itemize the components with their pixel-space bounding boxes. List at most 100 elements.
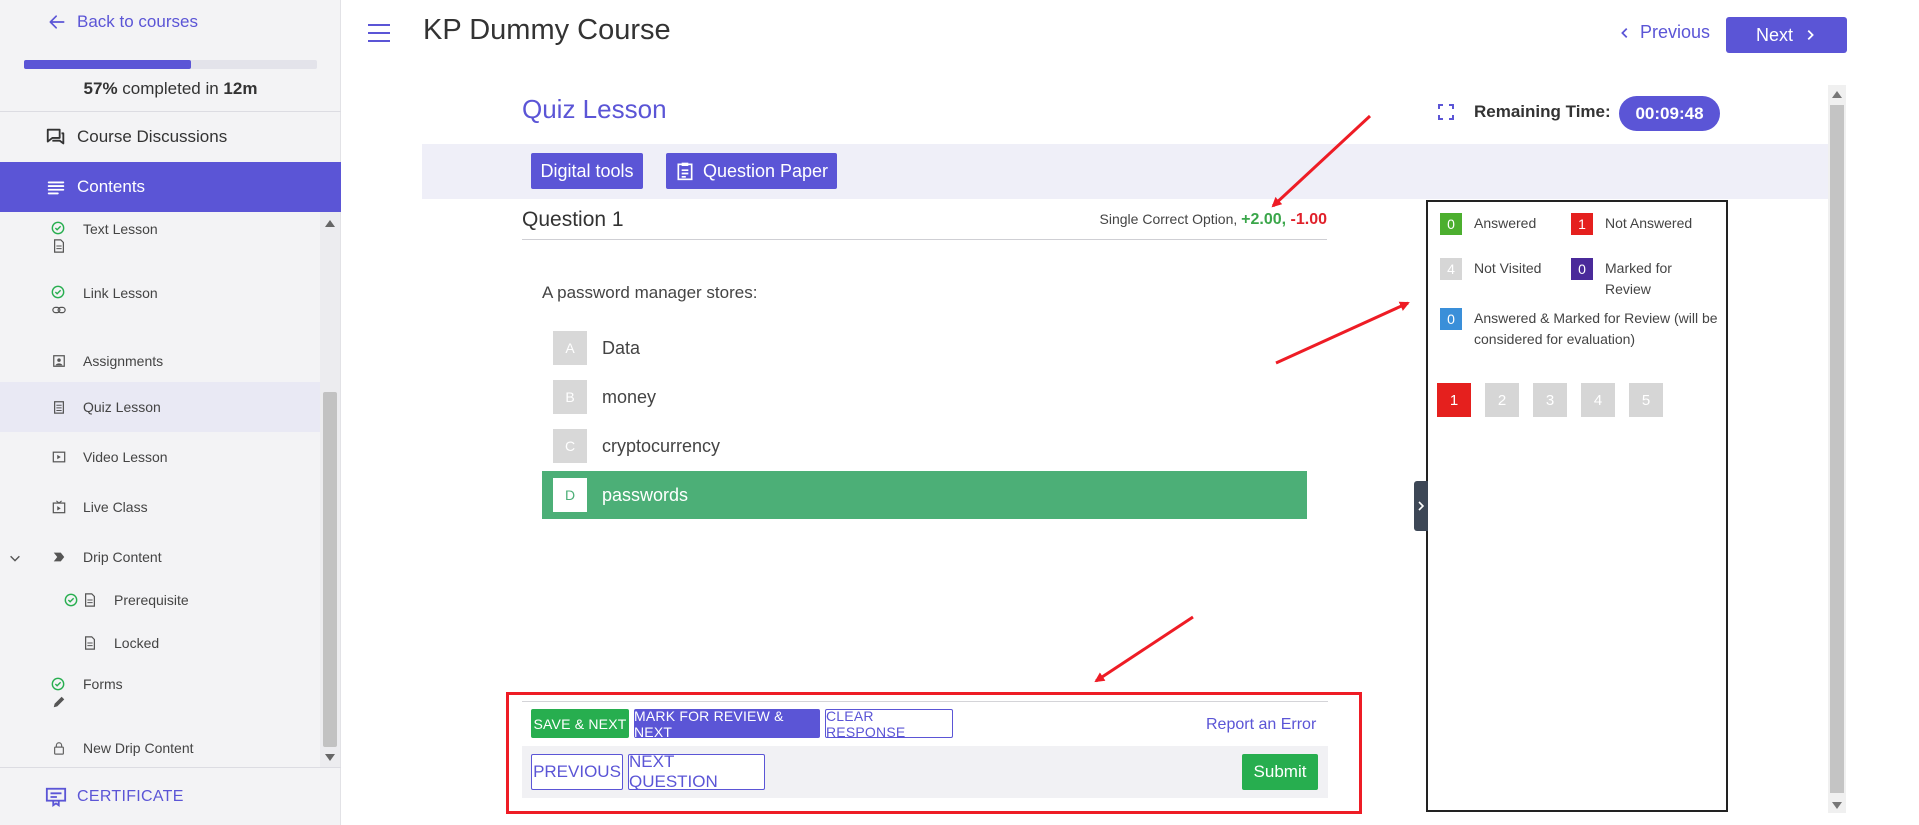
question-paper-label: Question Paper [702,160,829,181]
lesson-item-live-class[interactable]: Live Class [0,482,320,532]
legend-box: 0 [1440,213,1462,235]
lesson-item-drip-content[interactable]: Drip Content [0,532,320,582]
lesson-item-prerequisite[interactable]: Prerequisite [0,577,320,622]
question-paper-button[interactable]: Question Paper [666,153,837,189]
lesson-label: New Drip Content [83,740,194,756]
lesson-item-text-lesson[interactable]: Text Lesson [0,212,320,272]
quiz-title: Quiz Lesson [522,94,667,124]
certificate-label: CERTIFICATE [77,788,184,805]
answer-option-a[interactable]: A Data [542,324,1307,372]
check-circle-icon [51,677,65,691]
menu-toggle-icon[interactable] [368,24,390,42]
previous-lesson-link[interactable]: Previous [1618,22,1710,43]
arrow-left-icon [49,15,65,29]
lesson-item-quiz-lesson[interactable]: Quiz Lesson [0,382,320,432]
back-to-courses-link[interactable]: Back to courses [47,12,198,32]
drip-icon [53,552,65,562]
lesson-label: Drip Content [83,549,162,565]
next-label: Next [1755,24,1793,45]
legend-label: Marked for Review [1605,260,1672,297]
legend-box: 1 [1571,213,1593,235]
lesson-item-video-lesson[interactable]: Video Lesson [0,432,320,482]
question-number-button[interactable]: 4 [1581,383,1615,417]
sidebar-item-course-discussions[interactable]: Course Discussions [0,112,341,162]
scroll-down-arrow-icon[interactable] [325,754,335,761]
lesson-item-locked[interactable]: Locked [0,622,320,662]
legend-box: 0 [1440,308,1462,330]
next-lesson-button[interactable]: Next [1726,17,1847,53]
option-letter: D [553,478,587,512]
sidebar-scrollbar[interactable] [320,212,340,767]
countdown-timer: 00:09:48 [1619,96,1720,131]
save-next-button[interactable]: SAVE & NEXT [531,709,629,738]
action-divider [522,701,1328,702]
legend-label: Answered & Marked for Review (will be co… [1474,310,1718,347]
lesson-label: Live Class [83,499,148,515]
chevron-left-icon [1621,27,1628,38]
fullscreen-icon[interactable] [1438,104,1454,120]
list-icon [47,181,65,195]
remaining-time-label: Remaining Time: [1474,102,1611,121]
mark-review-next-button[interactable]: MARK FOR REVIEW & NEXT [634,708,820,740]
legend-box: 0 [1571,258,1593,280]
sidebar-item-contents[interactable]: Contents [0,162,341,212]
live-class-icon [52,500,66,514]
clear-response-button[interactable]: CLEAR RESPONSE [825,708,953,740]
certificate-link[interactable]: CERTIFICATE [45,786,184,808]
lesson-list: Text Lesson Link Lesson Assignments Quiz… [0,212,341,767]
digital-tools-label: Digital tools [540,160,634,181]
legend-answered: 0 Answered [1440,213,1536,235]
legend-label: Answered [1474,215,1537,231]
check-circle-icon [51,221,65,235]
progress-time: 12m [223,79,258,98]
question-number-button[interactable]: 1 [1437,383,1471,417]
lesson-item-new-drip-content[interactable]: New Drip Content [0,727,320,767]
legend-not-visited: 4 Not Visited [1440,258,1541,280]
legend-label: Not Visited [1474,260,1542,276]
chevron-right-icon [1807,30,1814,40]
assignment-icon [53,355,65,367]
digital-tools-button[interactable]: Digital tools [531,153,643,189]
scroll-up-arrow-icon[interactable] [1832,91,1842,98]
discussion-icon [46,128,65,145]
option-text: cryptocurrency [602,435,721,456]
lesson-label: Prerequisite [114,592,189,608]
next-question-button[interactable]: NEXT QUESTION [628,752,765,791]
question-type: Single Correct Option, [1099,211,1242,227]
sidebar-scroll-thumb[interactable] [323,392,337,747]
lesson-item-link-lesson[interactable]: Link Lesson [0,275,320,335]
previous-question-button[interactable]: PREVIOUS [531,754,623,790]
positive-marks: +2.00 [1241,211,1282,228]
question-number-button[interactable]: 3 [1533,383,1567,417]
progress-text: 57% completed in 12m [0,79,341,99]
previous-label: Previous [1640,22,1711,42]
scroll-down-arrow-icon[interactable] [1832,802,1842,809]
panel-collapse-toggle[interactable] [1414,481,1428,531]
lesson-label: Link Lesson [83,285,158,301]
link-icon [52,306,66,314]
lesson-item-forms[interactable]: Forms [0,662,320,722]
content-scrollbar[interactable] [1828,85,1846,813]
lesson-item-assignments[interactable]: Assignments [0,342,320,387]
lesson-label: Assignments [83,353,164,369]
option-text: money [602,386,657,407]
scroll-up-arrow-icon[interactable] [325,220,335,227]
content-scroll-thumb[interactable] [1830,105,1844,793]
question-number-button[interactable]: 5 [1629,383,1663,417]
answer-option-c[interactable]: C cryptocurrency [542,422,1307,470]
question-number-button[interactable]: 2 [1485,383,1519,417]
report-error-link[interactable]: Report an Error [1206,716,1316,734]
pencil-icon [53,696,65,708]
submit-button[interactable]: Submit [1242,754,1318,790]
question-number: Question 1 [522,208,624,231]
chevron-right-icon [1418,501,1425,511]
progress-percent: 57% [83,79,118,98]
sidebar-divider [0,767,341,768]
lesson-label: Locked [114,635,160,651]
option-letter: B [553,380,587,414]
check-circle-icon [64,593,78,607]
legend-marked-review: 0 Marked for Review [1571,258,1681,300]
answer-option-d[interactable]: D passwords [542,471,1307,519]
answer-option-b[interactable]: B money [542,373,1307,421]
chevron-down-icon[interactable] [8,551,22,565]
